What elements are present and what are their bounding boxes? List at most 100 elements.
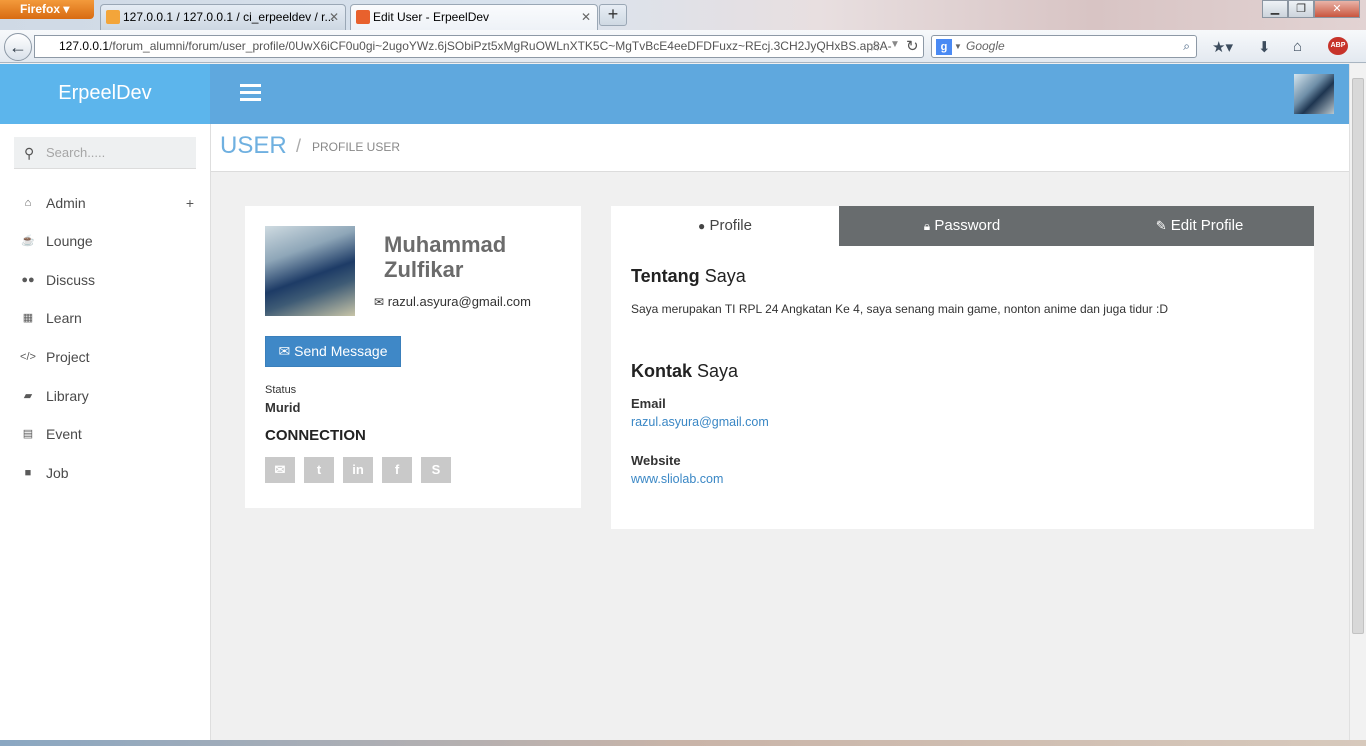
sidebar-item-lounge[interactable]: ☕ Lounge [0, 222, 210, 260]
calendar-icon: ▤ [22, 428, 34, 440]
page-title: USER [220, 132, 287, 159]
sidebar-item-label: Event [46, 426, 82, 442]
maximize-button[interactable]: ❐ [1288, 0, 1314, 18]
sidebar-item-label: Lounge [46, 233, 93, 249]
bookmark-star-icon[interactable]: ☆ [868, 37, 881, 55]
url-bar[interactable]: 127.0.0.1/forum_alumni/forum/user_profil… [34, 35, 924, 58]
sidebar-item-label: Project [46, 349, 90, 365]
coffee-icon: ☕ [21, 235, 35, 247]
search-icon: ⚲ [24, 145, 35, 161]
back-button[interactable]: ← [4, 33, 32, 61]
sidebar-item-label: Learn [46, 310, 82, 326]
site-favicon-icon [356, 10, 370, 24]
sidebar-item-label: Job [46, 465, 69, 481]
search-placeholder: Search..... [46, 145, 106, 160]
google-icon: g [936, 39, 952, 55]
sidebar-item-job[interactable]: ■ Job [0, 454, 210, 492]
sidebar-item-label: Admin [46, 195, 86, 211]
profile-email: ✉ razul.asyura@gmail.com [374, 294, 531, 309]
status-value: Murid [265, 400, 301, 415]
send-message-button[interactable]: ✉ Send Message [265, 336, 401, 367]
grid-icon: ▦ [22, 312, 34, 324]
firefox-menu-label: Firefox [20, 2, 61, 16]
brand-logo[interactable]: ErpeelDev [0, 64, 210, 124]
sidebar-item-event[interactable]: ▤ Event [0, 415, 210, 453]
profile-email-text: razul.asyura@gmail.com [387, 294, 531, 309]
plus-icon[interactable]: + [186, 184, 194, 222]
url-host: 127.0.0.1 [59, 39, 110, 53]
minimize-button[interactable]: ▁ [1262, 0, 1288, 18]
sidebar: ⚲ Search..... ⌂ Admin + ☕ Lounge ●● Disc… [0, 124, 211, 746]
profile-card: Muhammad Zulfikar ✉ razul.asyura@gmail.c… [245, 206, 581, 508]
breadcrumb-current: PROFILE USER [312, 140, 401, 154]
page-scrollbar[interactable] [1349, 64, 1366, 740]
reload-icon[interactable]: ↻ [906, 37, 919, 55]
mail-icon[interactable]: ✉ [265, 457, 295, 483]
about-title-bold: Tentang [631, 266, 700, 286]
about-title: Tentang Saya [631, 266, 746, 287]
search-bar[interactable]: g ▼ Google ⌕ [931, 35, 1197, 58]
website-label: Website [631, 453, 681, 468]
profile-details-panel: ● Profile 🔒︎ Password ✎ Edit Profile Ten… [611, 206, 1314, 529]
sidebar-item-project[interactable]: </> Project [0, 338, 210, 376]
sidebar-item-discuss[interactable]: ●● Discuss [0, 261, 210, 299]
menu-toggle-icon[interactable] [240, 84, 261, 104]
sidebar-item-learn[interactable]: ▦ Learn [0, 299, 210, 337]
tab-label: Edit Profile [1170, 217, 1244, 234]
downloads-icon[interactable]: ⬇ [1258, 38, 1271, 56]
firefox-menu-button[interactable]: Firefox ▾ [0, 0, 94, 19]
close-tab-icon[interactable]: ✕ [329, 5, 339, 29]
website-link[interactable]: www.sliolab.com [631, 472, 723, 486]
bookmarks-menu-icon[interactable]: ★▾ [1212, 38, 1233, 56]
home-icon: ⌂ [24, 197, 32, 209]
pencil-icon: ✎ [1155, 218, 1167, 233]
sidebar-search-input[interactable]: ⚲ Search..... [14, 137, 196, 169]
browser-navbar: ← 127.0.0.1/forum_alumni/forum/user_prof… [0, 30, 1366, 63]
browser-tab-edit-user[interactable]: Edit User - ErpeelDev ✕ [350, 4, 598, 30]
facebook-icon[interactable]: f [382, 457, 412, 483]
user-icon: ● [698, 219, 706, 233]
url-dropdown-icon[interactable]: ▼ [890, 39, 900, 50]
scrollbar-thumb[interactable] [1352, 78, 1364, 634]
twitter-icon[interactable]: t [304, 457, 334, 483]
new-tab-button[interactable]: + [599, 4, 627, 26]
email-link[interactable]: razul.asyura@gmail.com [631, 415, 769, 429]
close-window-button[interactable]: ✕ [1314, 0, 1360, 18]
pma-favicon-icon [106, 10, 120, 24]
linkedin-icon[interactable]: in [343, 457, 373, 483]
home-browser-icon[interactable]: ⌂ [1293, 38, 1302, 55]
sidebar-item-library[interactable]: ▰ Library [0, 377, 210, 415]
sidebar-item-label: Library [46, 388, 89, 404]
search-icon[interactable]: ⌕ [1183, 36, 1190, 57]
about-text: Saya merupakan TI RPL 24 Angkatan Ke 4, … [631, 302, 1169, 316]
briefcase-icon: ■ [24, 467, 32, 479]
tab-title: 127.0.0.1 / 127.0.0.1 / ci_erpeeldev / r… [123, 10, 335, 24]
url-path: /forum_alumni/forum/user_profile/0UwX6iC… [109, 39, 892, 53]
email-label: Email [631, 396, 666, 411]
tab-label: Profile [709, 217, 752, 234]
status-label: Status [265, 384, 297, 396]
skype-icon[interactable]: S [421, 457, 451, 483]
sidebar-item-admin[interactable]: ⌂ Admin + [0, 184, 210, 222]
envelope-icon: ✉ [278, 343, 291, 359]
tab-password[interactable]: 🔒︎ Password [839, 206, 1085, 246]
os-taskbar [0, 740, 1366, 746]
contact-title: Kontak Saya [631, 361, 738, 382]
search-engine-dropdown-icon[interactable]: ▼ [954, 36, 962, 57]
about-title-normal: Saya [704, 266, 746, 286]
user-avatar[interactable] [1294, 74, 1334, 114]
tab-label: Password [934, 217, 1001, 234]
tab-profile[interactable]: ● Profile [611, 206, 839, 246]
profile-photo [265, 226, 355, 316]
tab-edit-profile[interactable]: ✎ Edit Profile [1085, 206, 1314, 246]
tab-title: Edit User - ErpeelDev [373, 10, 490, 24]
book-icon: ▰ [23, 390, 33, 402]
envelope-icon: ✉ [374, 295, 385, 309]
lock-icon: 🔒︎ [923, 219, 931, 233]
browser-tab-phpmyadmin[interactable]: 127.0.0.1 / 127.0.0.1 / ci_erpeeldev / r… [100, 4, 346, 30]
close-tab-icon[interactable]: ✕ [581, 5, 591, 29]
adblock-icon[interactable]: ABP [1328, 37, 1348, 55]
breadcrumb-separator: / [296, 136, 302, 156]
code-icon: </> [20, 351, 36, 363]
send-message-label: Send Message [294, 343, 388, 359]
